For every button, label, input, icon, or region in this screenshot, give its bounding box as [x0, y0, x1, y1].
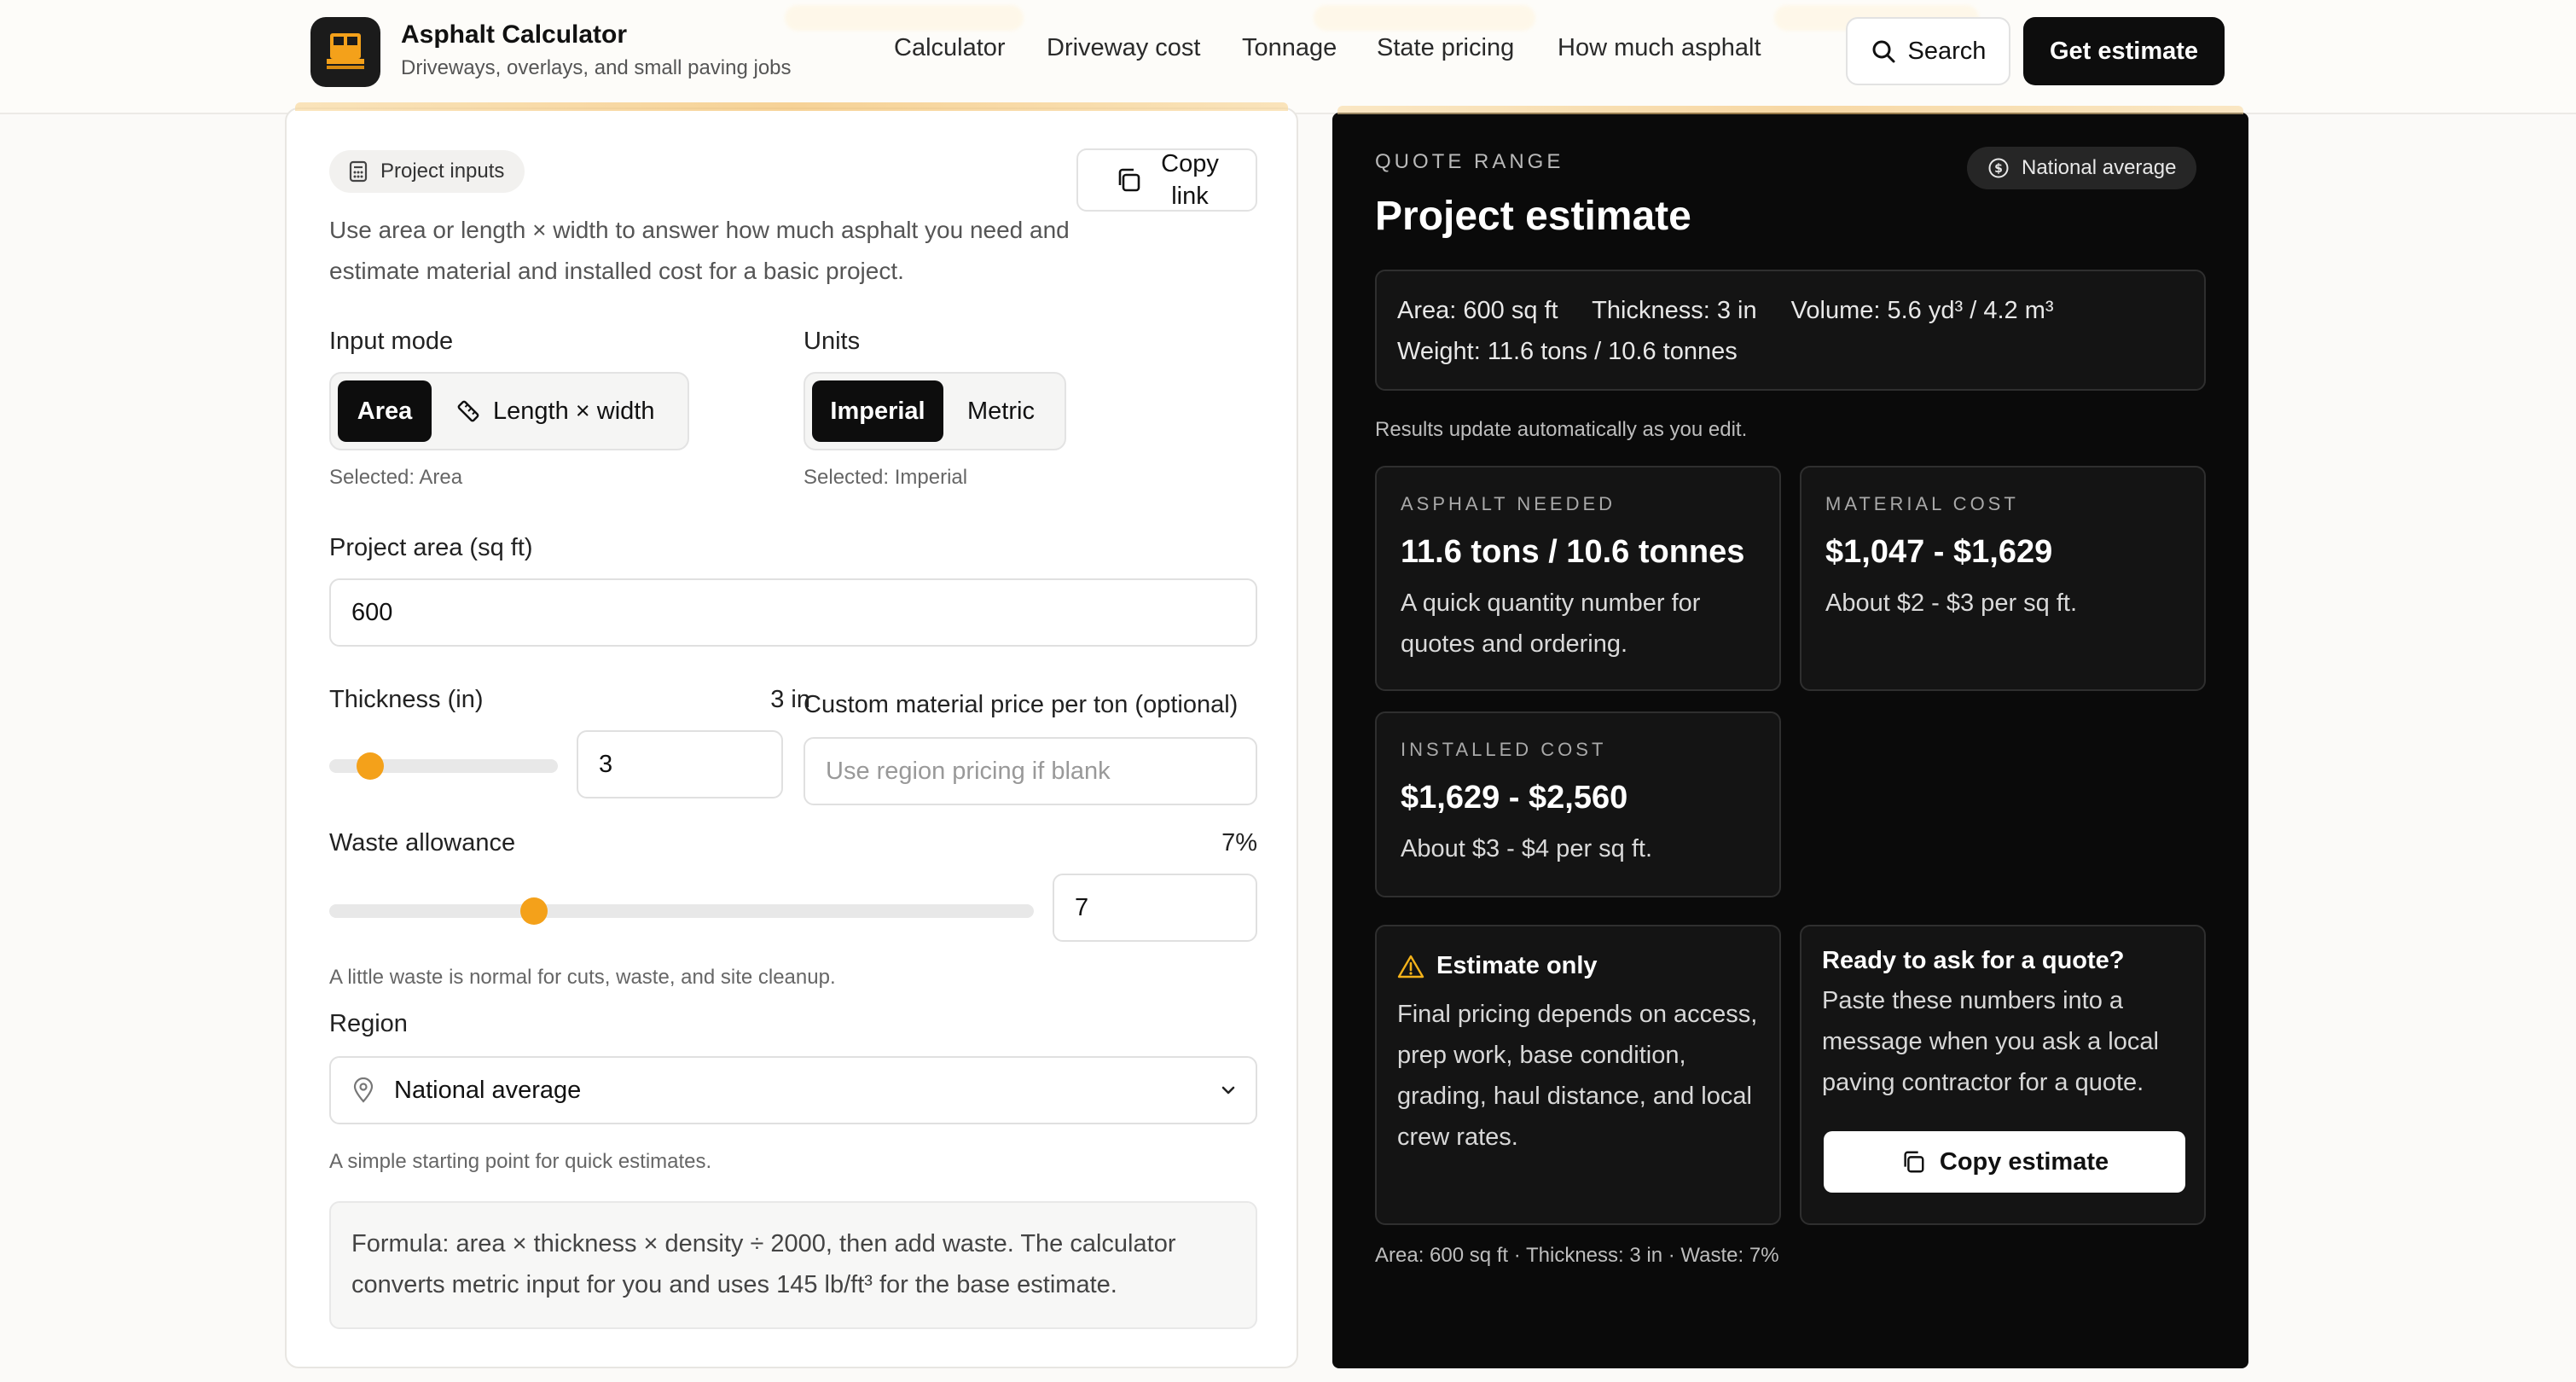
units-toggle: Imperial Metric: [804, 372, 1066, 450]
custom-price-input[interactable]: Use region pricing if blank: [804, 737, 1257, 805]
estimate-only-title: Estimate only: [1436, 952, 1598, 979]
quote-range-eyebrow: QUOTE RANGE: [1375, 150, 1564, 173]
input-mode-label: Input mode: [329, 328, 454, 355]
nav-state-pricing[interactable]: State pricing: [1377, 34, 1514, 62]
thickness-slider-thumb[interactable]: [357, 752, 385, 780]
quote-card: Ready to ask for a quote? Paste these nu…: [1800, 925, 2206, 1225]
search-label: Search: [1907, 37, 1987, 65]
thickness-label: Thickness (in): [329, 686, 484, 713]
thickness-slider[interactable]: [329, 752, 558, 780]
units-selected-note: Selected: Imperial: [804, 466, 968, 489]
region-hint: A simple starting point for quick estima…: [329, 1150, 712, 1173]
nav-how-much-asphalt[interactable]: How much asphalt: [1558, 34, 1761, 62]
search-button[interactable]: Search: [1846, 17, 2010, 85]
material-cost-desc: About $2 - $3 per sq ft.: [1825, 589, 2078, 617]
paver-icon: [327, 33, 364, 69]
region-label: Region: [329, 1010, 408, 1037]
installed-cost-desc: About $3 - $4 per sq ft.: [1401, 835, 1653, 862]
material-cost-eyebrow: MATERIAL COST: [1825, 493, 2019, 514]
copy-link-button[interactable]: Copy link: [1076, 148, 1257, 212]
region-selected-value: National average: [394, 1076, 582, 1104]
project-inputs-label: Project inputs: [380, 160, 505, 183]
quote-body: Paste these numbers into a message when …: [1822, 987, 2159, 1096]
waste-input[interactable]: 7: [1053, 874, 1257, 942]
brand-title[interactable]: Asphalt Calculator: [401, 20, 627, 49]
project-estimate-title: Project estimate: [1375, 194, 1691, 239]
installed-cost-card: INSTALLED COST $1,629 - $2,560 About $3 …: [1375, 711, 1781, 897]
material-cost-value: $1,047 - $1,629: [1825, 534, 2053, 570]
estimate-summary: Area: 600 sq ft Thickness: 3 in Volume: …: [1375, 270, 2206, 391]
waste-display: 7%: [1221, 829, 1257, 856]
input-mode-area[interactable]: Area: [338, 380, 432, 442]
project-inputs-pill: Project inputs: [329, 150, 525, 193]
chevron-down-icon: [1221, 1086, 1235, 1095]
length-width-label: Length × width: [493, 397, 655, 425]
project-area-input[interactable]: 600: [329, 578, 1257, 647]
asphalt-needed-value: 11.6 tons / 10.6 tonnes: [1401, 534, 1745, 570]
estimate-only-card: Estimate only Final pricing depends on a…: [1375, 925, 1781, 1225]
waste-slider-thumb[interactable]: [519, 897, 548, 925]
copy-icon: [1904, 1151, 1924, 1173]
copy-link-label-line2: link: [1171, 183, 1209, 210]
formula-note: Formula: area × thickness × density ÷ 20…: [329, 1201, 1257, 1329]
site-header: Asphalt Calculator Driveways, overlays, …: [0, 0, 2576, 114]
copy-estimate-button[interactable]: Copy estimate: [1824, 1131, 2185, 1193]
units-metric[interactable]: Metric: [949, 380, 1053, 442]
estimate-footer-summary: Area: 600 sq ft · Thickness: 3 in · Wast…: [1375, 1244, 1779, 1267]
installed-cost-value: $1,629 - $2,560: [1401, 780, 1628, 816]
units-label: Units: [804, 328, 861, 355]
summary-weight: Weight: 11.6 tons / 10.6 tonnes: [1397, 338, 1738, 365]
nav-tonnage[interactable]: Tonnage: [1242, 34, 1337, 62]
brand-logo[interactable]: [310, 17, 380, 87]
input-mode-toggle: Area Length × width: [329, 372, 689, 450]
custom-price-label: Custom material price per ton (optional): [804, 691, 1239, 718]
region-pill-label: National average: [2022, 156, 2177, 179]
estimate-only-title-row: Estimate only: [1397, 952, 1759, 980]
summary-area: Area: 600 sq ft: [1397, 297, 1558, 324]
estimate-only-body: Final pricing depends on access, prep wo…: [1397, 1001, 1758, 1151]
waste-label: Waste allowance: [329, 829, 516, 856]
brand-subtitle: Driveways, overlays, and small paving jo…: [401, 56, 792, 79]
asphalt-needed-card: ASPHALT NEEDED 11.6 tons / 10.6 tonnes A…: [1375, 466, 1781, 691]
nav-calculator[interactable]: Calculator: [894, 34, 1006, 62]
ruler-icon: [457, 400, 479, 422]
project-estimate-panel: QUOTE RANGE $ National average Project e…: [1332, 106, 2248, 1368]
waste-hint: A little waste is normal for cuts, waste…: [329, 966, 836, 989]
region-select[interactable]: National average: [329, 1056, 1257, 1124]
intro-text: Use area or length × width to answer how…: [329, 217, 1070, 284]
search-icon: [1872, 40, 1895, 63]
copy-link-label-line1: Copy: [1161, 150, 1219, 177]
copy-estimate-label: Copy estimate: [1939, 1147, 2109, 1176]
dollar-circle-icon: $: [1988, 158, 2009, 178]
asphalt-needed-eyebrow: ASPHALT NEEDED: [1401, 493, 1616, 514]
auto-update-note: Results update automatically as you edit…: [1375, 418, 1748, 441]
input-mode-selected-note: Selected: Area: [329, 466, 463, 489]
asphalt-needed-desc: A quick quantity number for quotes and o…: [1401, 589, 1701, 658]
units-imperial[interactable]: Imperial: [812, 380, 943, 442]
get-estimate-button[interactable]: Get estimate: [2023, 17, 2225, 85]
waste-slider[interactable]: [329, 897, 1034, 925]
thickness-input[interactable]: 3: [577, 730, 783, 798]
project-inputs-card: Project inputs Copy link Use area or len…: [285, 102, 1298, 1368]
project-area-label: Project area (sq ft): [329, 534, 533, 561]
region-pill: $ National average: [1967, 147, 2197, 189]
thickness-display: 3 in: [770, 686, 810, 713]
svg-text:$: $: [1994, 162, 2003, 176]
nav-driveway-cost[interactable]: Driveway cost: [1047, 34, 1201, 62]
copy-icon: [1118, 168, 1140, 192]
material-cost-card: MATERIAL COST $1,047 - $1,629 About $2 -…: [1800, 466, 2206, 691]
summary-volume: Volume: 5.6 yd³ / 4.2 m³: [1790, 297, 2054, 324]
installed-cost-eyebrow: INSTALLED COST: [1401, 739, 1607, 760]
warning-icon: [1397, 955, 1424, 978]
map-pin-icon: [353, 1077, 374, 1103]
summary-thickness: Thickness: 3 in: [1592, 297, 1757, 324]
input-mode-length-width[interactable]: Length × width: [437, 380, 673, 442]
quote-title: Ready to ask for a quote?: [1822, 947, 2125, 974]
calculator-icon: [349, 160, 368, 183]
copy-link-label: Copy link: [1161, 148, 1219, 212]
